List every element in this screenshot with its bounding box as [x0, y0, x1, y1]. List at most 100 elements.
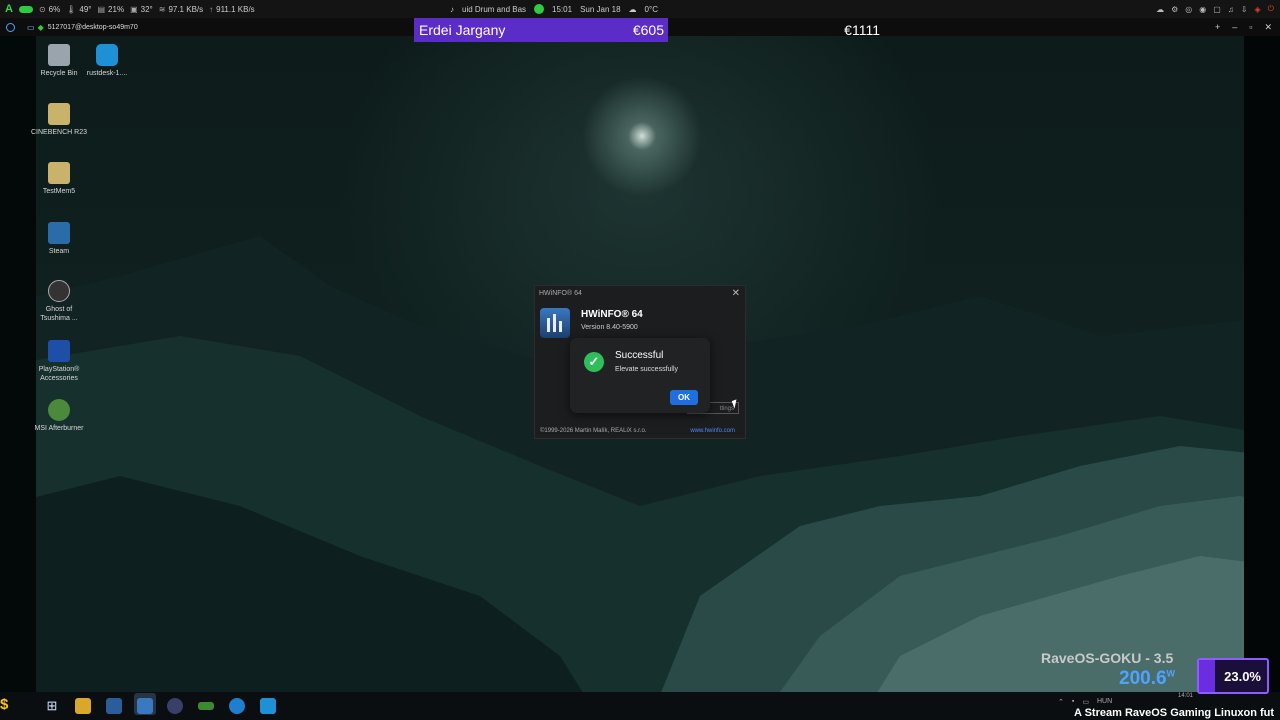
network-down: ≋ 97.1 KB/s — [158, 4, 204, 14]
clock-date[interactable]: Sun Jan 18 — [580, 5, 620, 14]
desktop-icon-label: CINEBENCH R23 — [31, 129, 88, 136]
stream-ticker: A Stream RaveOS Gaming Linuxon fut — [1074, 707, 1275, 719]
desktop-icon-msi-afterburner[interactable]: MSI Afterburner — [31, 399, 87, 433]
recycle-bin-icon — [48, 44, 70, 66]
dollar-icon: $ — [0, 696, 9, 713]
gpu-icon: ▣ — [130, 4, 138, 14]
dialog-message: Elevate successfully — [615, 366, 679, 373]
media-title[interactable]: uid Drum and Bas — [462, 5, 526, 14]
store-icon[interactable] — [106, 698, 122, 714]
record-icon[interactable]: ◉ — [1199, 5, 1206, 14]
upload-arrow-icon: ↑ — [209, 4, 214, 14]
hwinfo-copyright: ©1999-2026 Martin Malík, REALiX s.r.o. — [540, 428, 647, 434]
rustdesk-taskbar-icon[interactable] — [260, 698, 276, 714]
tray-arrow-icon[interactable]: ⌃ — [1058, 698, 1064, 706]
close-icon[interactable]: ✕ — [732, 288, 740, 299]
weather-icon: ☁ — [628, 4, 637, 14]
gear-icon[interactable]: ⚙ — [1171, 5, 1178, 14]
connection-status-icon[interactable] — [6, 22, 15, 32]
minimize-icon[interactable]: – — [1232, 22, 1237, 32]
donor-name: Erdei Jargany — [419, 22, 506, 38]
goal-amount: €1111 — [844, 22, 880, 38]
top-panel-tray: ☁ ⚙ ◎ ◉ ▢ ♫ ⇩ ◈ ⏻ — [1156, 0, 1274, 18]
checkmark-icon: ✓ — [584, 352, 604, 372]
cpu-usage: ⊙ 6% — [38, 4, 61, 14]
desktop-icon-playstation-accessories[interactable]: PlayStation® Accessories — [31, 340, 87, 383]
network-up: ↑ 911.1 KB/s — [209, 4, 255, 14]
success-dialog: ✓ Successful Elevate successfully OK — [570, 338, 710, 413]
gpu-temp: ▣ 32° — [130, 4, 153, 14]
system-tray: ⌃ ▪ ▭ HUN — [1058, 698, 1112, 706]
clipboard-icon[interactable]: ▢ — [1213, 5, 1221, 14]
pin-icon[interactable]: + — [1215, 22, 1220, 32]
tray-app-icon[interactable]: ▪ — [1072, 698, 1074, 706]
folder-icon — [48, 103, 70, 125]
circle-icon[interactable]: ◎ — [1185, 5, 1192, 14]
bell-icon[interactable]: ♫ — [1228, 5, 1234, 14]
desktop-icon-label: PlayStation® Accessories — [38, 366, 80, 382]
spotify-icon[interactable] — [534, 4, 545, 14]
power-icon[interactable]: ⏻ — [1268, 4, 1274, 14]
donor-amount: €605 — [632, 22, 664, 38]
hwinfo-app-name: HWiNFO® 64 — [581, 309, 643, 320]
hwinfo-logo-icon — [540, 308, 570, 338]
right-letterbox — [1244, 36, 1280, 704]
desktop-icon-label: Recycle Bin — [40, 70, 78, 77]
desktop-icon-cinebench[interactable]: CINEBENCH R23 — [31, 103, 87, 137]
desktop-icon-steam[interactable]: Steam — [31, 222, 87, 256]
donation-banner: Erdei Jargany €605 — [414, 18, 668, 42]
language-indicator[interactable]: HUN — [1097, 698, 1112, 706]
close-icon[interactable]: ✕ — [1264, 22, 1272, 33]
memory-usage: ▤ 21% — [97, 4, 125, 14]
playstation-icon — [48, 340, 70, 362]
dialog-title: Successful — [615, 350, 664, 361]
distro-logo-icon[interactable]: A — [5, 3, 13, 15]
download-icon[interactable]: ⇩ — [1241, 5, 1248, 14]
thermometer-icon: 🌡︎ — [66, 4, 77, 14]
folder-icon — [48, 162, 70, 184]
obs-icon[interactable] — [167, 698, 183, 714]
osd-usage-percent: 23.0% — [1224, 669, 1261, 684]
start-button-icon[interactable]: ⊞ — [44, 698, 60, 714]
remote-host: 5127017@desktop-so49m70 — [47, 23, 138, 31]
osd-power-draw: 200.6W — [1119, 668, 1176, 689]
msi-afterburner-icon — [48, 399, 70, 421]
cpu-icon: ⊙ — [38, 4, 46, 14]
file-explorer-icon[interactable] — [75, 698, 91, 714]
top-panel-center: ♪ uid Drum and Bas 15:01 Sun Jan 18 ☁ 0°… — [450, 0, 658, 18]
desktop-icon-label: Steam — [48, 248, 70, 255]
desktop-icon-label: rustdesk-1.... — [86, 70, 128, 77]
clock-time[interactable]: 15:01 — [552, 5, 572, 14]
osd-usage-meter: 23.0% — [1197, 658, 1269, 694]
steam-icon — [48, 222, 70, 244]
hwinfo-website-link[interactable]: www.hwinfo.com — [690, 428, 735, 434]
shield-icon: ◆ — [37, 22, 44, 32]
cloud-icon[interactable]: ☁ — [1156, 5, 1164, 14]
tray-clock[interactable]: 14:01 — [1178, 693, 1193, 699]
desktop-icon-label: MSI Afterburner — [34, 425, 84, 432]
browser-icon[interactable] — [229, 698, 245, 714]
monitor-icon[interactable]: ▭ — [27, 23, 35, 32]
donation-goal: €1111 — [668, 18, 884, 42]
desktop-icon-rustdesk[interactable]: rustdesk-1.... — [79, 44, 135, 78]
ghost-of-tsushima-icon — [48, 280, 70, 302]
remote-window-controls: + – ▫ ✕ — [1215, 18, 1272, 36]
alert-icon[interactable]: ◈ — [1255, 5, 1261, 14]
workspace-indicator-icon[interactable] — [18, 5, 33, 13]
rustdesk-icon — [96, 44, 118, 66]
wifi-icon: ≋ — [158, 4, 166, 14]
battery-app-icon[interactable] — [198, 702, 214, 710]
network-icon[interactable]: ▭ — [1082, 698, 1089, 706]
maximize-icon[interactable]: ▫ — [1249, 22, 1252, 32]
hwinfo-taskbar-icon[interactable] — [137, 698, 153, 714]
hwinfo-version: Version 8.40-5900 — [581, 324, 638, 331]
music-note-icon: ♪ — [450, 4, 454, 14]
ok-button[interactable]: OK — [670, 390, 698, 405]
osd-system-name: RaveOS-GOKU - 3.5 — [1041, 650, 1174, 666]
desktop-icon-ghost-of-tsushima[interactable]: Ghost of Tsushima ... — [31, 280, 87, 323]
desktop-icon-label: Ghost of Tsushima ... — [40, 306, 78, 322]
hwinfo-window-title: HWiNFO® 64 — [539, 290, 582, 297]
cpu-temp: 🌡︎ 49° — [66, 4, 92, 14]
weather-temp[interactable]: 0°C — [645, 5, 658, 14]
desktop-icon-testmem5[interactable]: TestMem5 — [31, 162, 87, 196]
